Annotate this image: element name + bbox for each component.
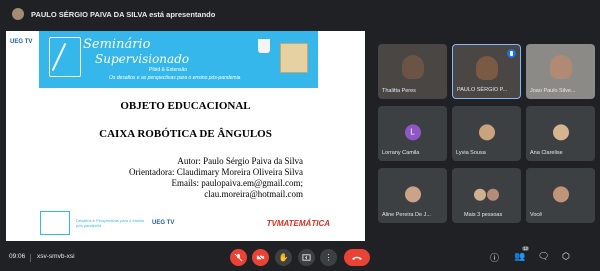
emails-line-2: clau.moreira@hotmail.com xyxy=(204,189,303,199)
more-people-tile[interactable]: Mais 3 pessoas xyxy=(452,168,521,223)
participant-video xyxy=(401,55,424,79)
participant-avatar xyxy=(404,185,421,202)
banner-title-1: Seminário xyxy=(83,37,151,52)
author-line: Autor: Paulo Sérgio Paiva da Silva xyxy=(177,156,303,166)
participant-name: PAULO SÉRGIO P... xyxy=(457,87,508,93)
more-vert-icon: ⋮ xyxy=(324,253,333,262)
participant-name: Aline Pereira De J... xyxy=(382,212,431,218)
mic-toggle-button[interactable] xyxy=(230,249,247,266)
slide-heading-2: CAIXA ROBÓTICA DE ÂNGULOS xyxy=(99,128,272,140)
control-bar: 09:06 xsv-smvb-xsi ✋ ⋮ ⓘ 👥 12 🗨 ⬡ xyxy=(0,244,600,271)
chat-button[interactable]: 🗨 xyxy=(538,251,549,262)
advisor-line: Orientadora: Claudimary Moreira Oliveira… xyxy=(129,167,303,177)
leave-call-button[interactable] xyxy=(344,249,370,266)
participant-avatar xyxy=(487,188,500,201)
end-call-icon xyxy=(352,256,362,260)
cup-illustration xyxy=(258,39,270,53)
self-name: Você xyxy=(530,212,543,218)
participant-tile[interactable]: Joao Paulo Silve... xyxy=(526,44,595,99)
ueg-logo: UEG TV xyxy=(10,39,33,45)
banner-subtitle-2: Os desafios e as perspectivas para o ens… xyxy=(109,75,241,81)
meeting-code: xsv-smvb-xsi xyxy=(37,253,75,260)
activities-icon: ⬡ xyxy=(562,251,570,261)
participant-tile[interactable]: Lyvia Sousa xyxy=(452,106,521,161)
books-illustration xyxy=(280,43,308,73)
chat-icon: 🗨 xyxy=(538,251,550,261)
participant-tile[interactable]: Ana Clarelise xyxy=(526,106,595,161)
camera-off-icon xyxy=(256,253,265,262)
presenter-bar: PAULO SÉRGIO PAIVA DA SILVA está apresen… xyxy=(0,0,600,28)
participant-video xyxy=(549,55,572,79)
presenter-avatar xyxy=(12,8,24,20)
present-icon xyxy=(302,254,311,261)
participant-tile[interactable]: L Lorrany Camila xyxy=(378,106,447,161)
participant-tile[interactable]: Thalitta Peres xyxy=(378,44,447,99)
people-button[interactable]: 👥 xyxy=(514,251,525,262)
more-options-button[interactable]: ⋮ xyxy=(320,249,337,266)
slide-heading-1: OBJETO EDUCACIONAL xyxy=(120,100,251,112)
participant-name: Ana Clarelise xyxy=(530,150,563,156)
footer-ueg: UEG TV xyxy=(152,220,175,226)
participant-avatar xyxy=(552,123,569,140)
activities-button[interactable]: ⬡ xyxy=(562,251,570,262)
participant-tile[interactable]: Aline Pereira De J... xyxy=(378,168,447,223)
more-people-label: Mais 3 pessoas xyxy=(464,212,503,218)
raise-hand-button[interactable]: ✋ xyxy=(275,249,292,266)
self-tile[interactable]: Você xyxy=(526,168,595,223)
participant-video xyxy=(475,56,498,80)
slide-banner: Seminário Supervisionado Pibid & Extensã… xyxy=(39,31,318,88)
banner-subtitle-1: Pibid & Extensão xyxy=(149,67,188,73)
camera-toggle-button[interactable] xyxy=(252,249,269,266)
shared-slide: UEG TV Seminário Supervisionado Pibid & … xyxy=(6,31,365,241)
meet-window: PAULO SÉRGIO PAIVA DA SILVA está apresen… xyxy=(0,0,600,271)
seminar-logo-icon xyxy=(49,37,81,77)
footer-brand: TVMATEMÁTICA xyxy=(266,218,330,228)
participant-tile-active[interactable]: PAULO SÉRGIO P... xyxy=(452,44,521,99)
speaking-indicator-icon xyxy=(507,49,516,58)
self-avatar xyxy=(552,185,569,202)
mic-off-icon xyxy=(234,253,243,262)
presenter-label: PAULO SÉRGIO PAIVA DA SILVA está apresen… xyxy=(31,9,216,19)
people-icon: 👥 xyxy=(514,251,526,261)
participant-name: Lorrany Camila xyxy=(382,150,420,156)
people-count-badge: 12 xyxy=(522,246,530,251)
participant-avatar xyxy=(478,123,495,140)
participant-avatar xyxy=(473,188,486,201)
meeting-time: 09:06 xyxy=(9,253,26,260)
participant-name: Lyvia Sousa xyxy=(456,150,486,156)
hand-icon: ✋ xyxy=(278,253,289,262)
meeting-info-button[interactable]: ⓘ xyxy=(490,251,499,264)
divider xyxy=(30,254,31,262)
emails-line-1: Emails: paulopaiva.em@gmail.com; xyxy=(171,178,303,188)
slide-footer: Desafios e Perspectivas para o ensino pó… xyxy=(40,207,330,239)
seminar-mini-logo-icon xyxy=(40,211,70,235)
footer-text: Desafios e Perspectivas para o ensino pó… xyxy=(76,218,145,228)
slide-author-info: Autor: Paulo Sérgio Paiva da Silva Orien… xyxy=(129,156,303,200)
banner-title-2: Supervisionado xyxy=(95,52,190,66)
present-button[interactable] xyxy=(298,249,315,266)
info-icon: ⓘ xyxy=(490,253,500,263)
participant-letter-avatar: L xyxy=(404,123,421,140)
participant-name: Joao Paulo Silve... xyxy=(530,88,576,94)
participant-name: Thalitta Peres xyxy=(382,88,416,94)
